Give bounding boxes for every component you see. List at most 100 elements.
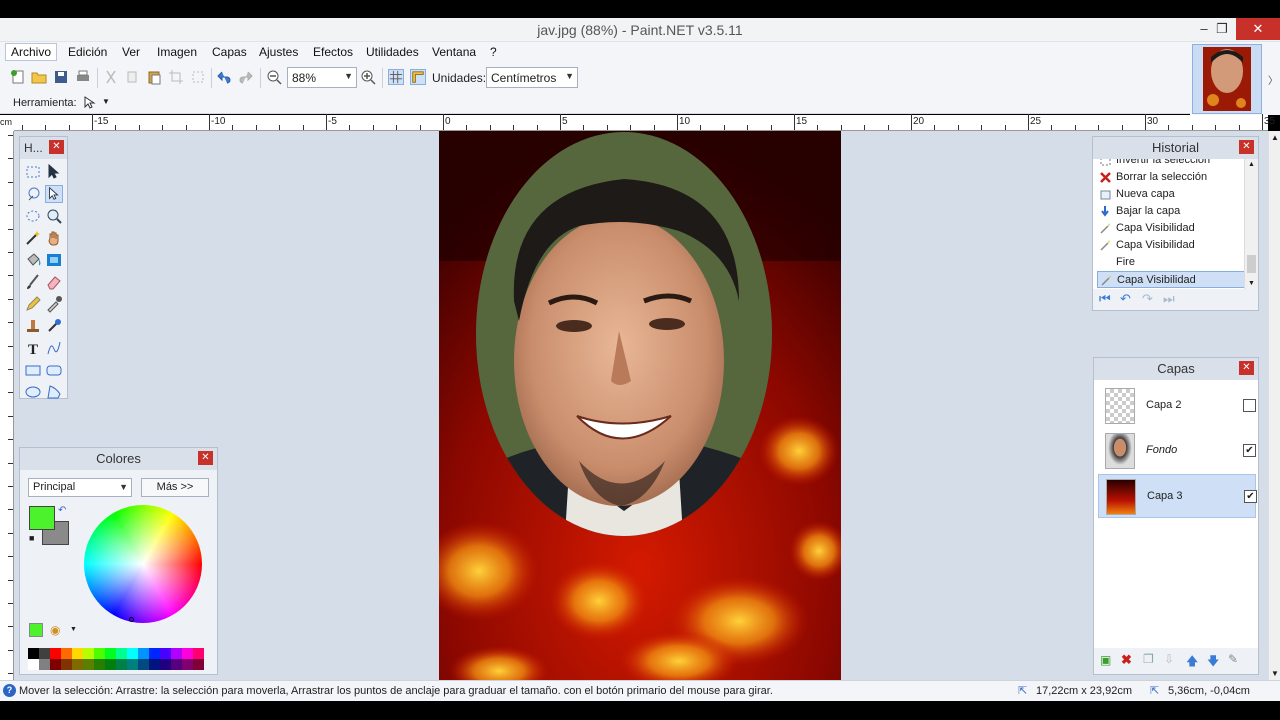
layer-visibility-checkbox[interactable] [1243,399,1256,412]
copy-icon[interactable] [125,69,141,85]
menu-imagen[interactable]: Imagen [157,45,197,59]
history-item[interactable]: Capa Visibilidad [1097,271,1245,288]
palette-swatch[interactable] [28,648,39,659]
menu-archivo[interactable]: Archivo [5,43,58,61]
scroll-up-icon[interactable]: ▲ [1271,133,1279,142]
palette-menu-icon[interactable]: ◉ [50,623,60,637]
move-selection-icon[interactable] [45,185,63,203]
history-last-icon[interactable]: ⏭ [1163,291,1175,307]
layer-visibility-checkbox[interactable]: ✔ [1244,490,1257,503]
scroll-thumbnails-icon[interactable]: 〉 [1268,72,1278,87]
line-curve-icon[interactable] [45,339,63,357]
palette-swatch[interactable] [50,659,61,670]
scroll-thumb[interactable] [1247,255,1256,273]
palette-swatch[interactable] [39,659,50,670]
history-item[interactable]: Capa Visibilidad [1097,237,1245,254]
palette-swatch[interactable] [50,648,61,659]
history-item[interactable]: Fire [1097,254,1245,271]
paintbrush-icon[interactable] [24,273,42,291]
rectangle-icon[interactable] [24,361,42,379]
history-undo-icon[interactable]: ↶ [1120,291,1131,307]
palette-swatch[interactable] [160,648,171,659]
palette-swatch[interactable] [39,648,50,659]
zoom-in-icon[interactable] [360,69,376,85]
history-scrollbar[interactable]: ▲ ▼ [1244,159,1258,289]
palette-swatch[interactable] [116,659,127,670]
color-wheel[interactable] [84,505,202,623]
menu-edicion[interactable]: Edición [68,45,107,59]
grid-icon[interactable] [388,69,404,85]
layer-properties-icon[interactable]: ✎ [1228,652,1238,666]
rounded-rectangle-icon[interactable] [45,361,63,379]
menu-ventana[interactable]: Ventana [432,45,476,59]
palette-swatch[interactable] [127,659,138,670]
image-thumbnail[interactable] [1192,44,1262,114]
color-picker-icon[interactable] [45,295,63,313]
pan-hand-icon[interactable] [45,229,63,247]
move-layer-up-icon[interactable]: 🡅 [1186,652,1198,673]
eraser-icon[interactable] [45,273,63,291]
rulers-icon[interactable] [410,69,426,85]
units-combo[interactable]: Centímetros ▼ [486,67,578,88]
lasso-select-icon[interactable] [24,185,42,203]
delete-layer-icon[interactable]: ✖ [1121,652,1132,668]
crop-icon[interactable] [168,69,184,85]
chevron-down-icon[interactable]: ▼ [102,97,110,106]
move-layer-down-icon[interactable]: 🡇 [1207,652,1219,673]
palette-swatch[interactable] [116,648,127,659]
palette-swatch[interactable] [193,648,204,659]
palette-swatch[interactable] [171,648,182,659]
palette-swatch[interactable] [149,648,160,659]
image-canvas[interactable] [439,131,841,680]
scroll-down-icon[interactable]: ▼ [1248,280,1255,287]
palette-swatch[interactable] [149,659,160,670]
history-item[interactable]: Invertir la selección [1097,159,1245,169]
undo-icon[interactable] [216,69,232,85]
print-icon[interactable] [75,69,91,85]
color-palette[interactable] [28,648,210,670]
paste-icon[interactable] [146,69,162,85]
palette-swatch[interactable] [182,648,193,659]
history-item[interactable]: Bajar la capa [1097,203,1245,220]
clone-stamp-icon[interactable] [24,317,42,335]
add-layer-icon[interactable]: ▣ [1100,653,1111,667]
menu-ajustes[interactable]: Ajustes [259,45,298,59]
palette-swatch[interactable] [105,648,116,659]
deselect-icon[interactable] [190,69,206,85]
more-colors-button[interactable]: Más >> [141,478,209,497]
close-button[interactable]: ✕ [1236,18,1280,40]
maximize-button[interactable]: ❐ [1207,18,1237,40]
ellipse-icon[interactable] [24,383,42,401]
history-first-icon[interactable]: ⏮ [1099,291,1111,307]
palette-swatch[interactable] [193,659,204,670]
history-redo-icon[interactable]: ↷ [1142,291,1153,307]
text-icon[interactable]: T [24,339,42,357]
menu-utilidades[interactable]: Utilidades [366,45,419,59]
close-icon[interactable]: ✕ [1239,361,1254,375]
zoom-icon[interactable] [45,207,63,225]
primary-color-swatch[interactable] [29,506,55,530]
palette-swatch[interactable] [61,659,72,670]
palette-swatch[interactable] [94,648,105,659]
move-pixels-icon[interactable] [45,163,63,181]
palette-swatch[interactable] [72,659,83,670]
palette-swatch[interactable] [72,648,83,659]
paint-bucket-icon[interactable] [24,251,42,269]
new-file-icon[interactable] [10,69,26,85]
color-mode-combo[interactable]: Principal ▼ [28,478,132,497]
history-item[interactable]: Capa Visibilidad [1097,220,1245,237]
menu-efectos[interactable]: Efectos [313,45,353,59]
layer-row[interactable]: Capa 3 ✔ [1098,474,1257,518]
merge-layer-down-icon[interactable]: ⇩ [1164,652,1174,666]
layer-row[interactable]: Fondo ✔ [1098,429,1256,473]
redo-icon[interactable] [238,69,254,85]
scroll-down-icon[interactable]: ▼ [1271,669,1279,678]
palette-swatch[interactable] [94,659,105,670]
pencil-icon[interactable] [24,295,42,313]
recolor-icon[interactable] [45,317,63,335]
swap-colors-icon[interactable]: ↶ [58,505,66,516]
palette-swatch[interactable] [182,659,193,670]
zoom-out-icon[interactable] [266,69,282,85]
magic-wand-icon[interactable] [24,229,42,247]
zoom-combo[interactable]: 88% ▼ [287,67,357,88]
